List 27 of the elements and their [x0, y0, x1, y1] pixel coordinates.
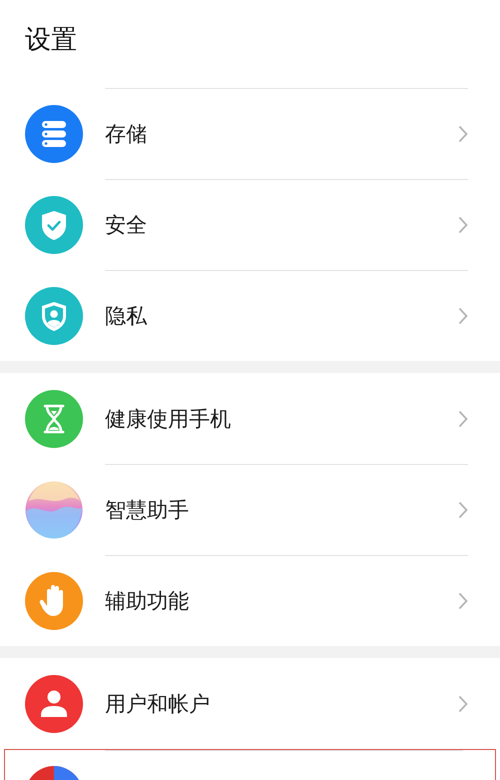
page-title: 设置 [24, 24, 78, 57]
row-label: 用户和帐户 [105, 690, 211, 718]
chevron-icon [458, 592, 468, 610]
orb-icon [25, 480, 83, 538]
chevron-icon [458, 125, 468, 143]
row-label: 辅助功能 [105, 588, 190, 615]
chevron-icon [458, 410, 468, 428]
chevron-icon [458, 501, 468, 519]
settings-row[interactable]: 智慧助手 [0, 464, 500, 555]
shield-person-icon [25, 286, 83, 344]
settings-row[interactable]: 安全 [0, 179, 500, 270]
chevron-icon [458, 216, 468, 234]
row-label: 健康使用手机 [105, 406, 232, 432]
hourglass-icon [25, 390, 83, 448]
person-icon [25, 674, 83, 732]
settings-row[interactable]: 健康使用手机 [0, 373, 500, 464]
settings-row[interactable]: 用户和帐户 [0, 658, 500, 749]
settings-row[interactable]: 存储 [0, 88, 500, 179]
row-label: 安全 [105, 212, 148, 239]
chevron-icon [458, 694, 468, 712]
chevron-icon [458, 307, 468, 325]
hand-icon [25, 572, 83, 630]
server-icon [25, 104, 83, 162]
row-label: 存储 [105, 121, 148, 148]
shield-check-icon [25, 196, 83, 254]
row-label: 隐私 [105, 303, 148, 330]
row-label: 智慧助手 [105, 497, 190, 524]
